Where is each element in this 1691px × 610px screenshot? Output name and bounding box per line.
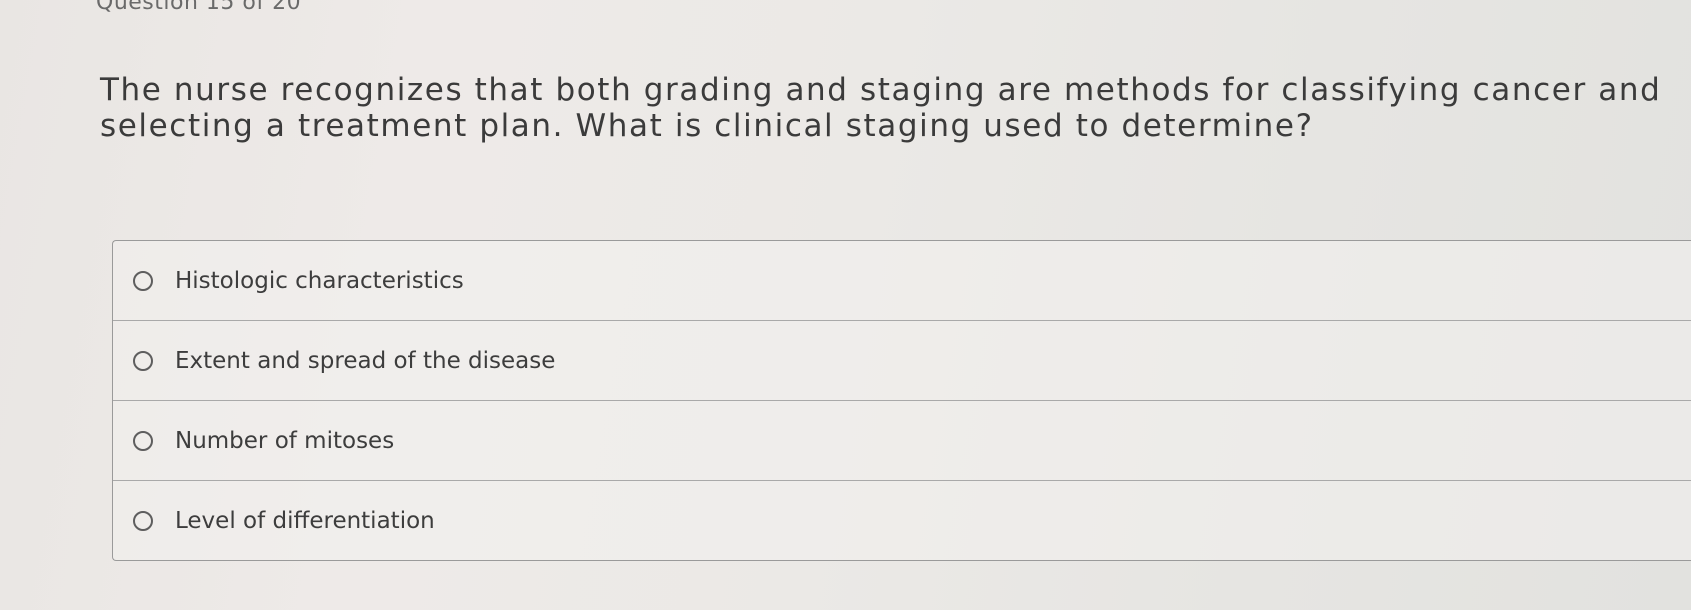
question-text: The nurse recognizes that both grading a… xyxy=(100,72,1662,144)
radio-button[interactable] xyxy=(133,430,153,451)
option-label: Histologic characteristics xyxy=(175,267,464,294)
answer-option-mitoses[interactable]: Number of mitoses xyxy=(113,401,1691,481)
option-label: Number of mitoses xyxy=(175,427,395,454)
answer-option-histologic[interactable]: Histologic characteristics xyxy=(113,241,1691,321)
radio-button[interactable] xyxy=(133,270,153,291)
answer-option-differentiation[interactable]: Level of differentiation xyxy=(113,481,1691,560)
answer-option-extent-spread[interactable]: Extent and spread of the disease xyxy=(113,321,1691,401)
answer-options: Histologic characteristics Extent and sp… xyxy=(112,240,1691,561)
option-label: Level of differentiation xyxy=(175,507,435,534)
option-label: Extent and spread of the disease xyxy=(175,347,556,374)
question-counter: Question 15 of 20 xyxy=(96,0,302,15)
radio-button[interactable] xyxy=(133,510,153,531)
radio-button[interactable] xyxy=(133,350,153,371)
